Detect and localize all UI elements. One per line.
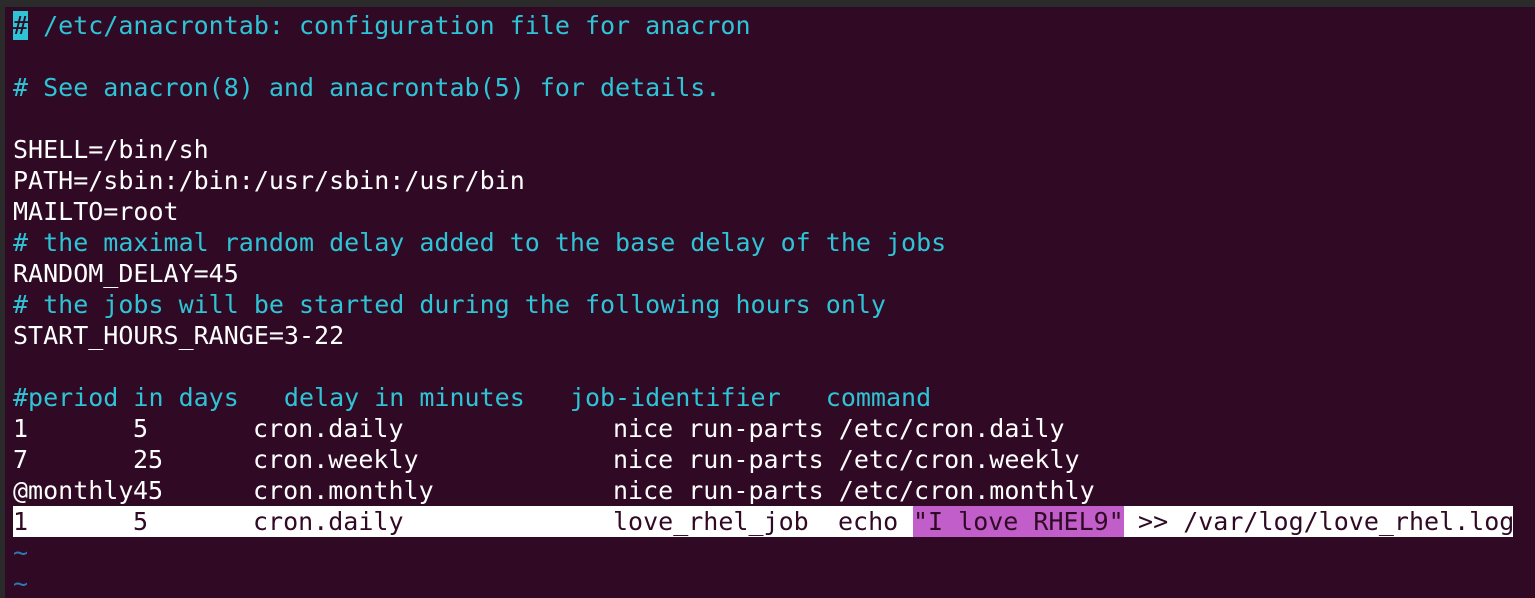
job-command: nice run-parts /etc/cron.weekly: [613, 445, 1080, 474]
job-command: nice run-parts /etc/cron.daily: [613, 414, 1065, 443]
job-row-monthly[interactable]: @monthly 45 cron.monthly nice run-parts …: [13, 475, 1513, 506]
empty-line-tilde: ~: [13, 569, 29, 598]
redirect-target: >> /var/log/love_rhel.log: [1123, 507, 1515, 536]
job-delay: 5: [133, 507, 149, 536]
editor-line-3[interactable]: # See anacron(8) and anacrontab(5) for d…: [13, 72, 720, 103]
editor-line-delay-comment[interactable]: # the maximal random delay added to the …: [13, 227, 946, 258]
string-literal: "I love RHEL9": [913, 506, 1124, 537]
editor-line-random-delay[interactable]: RANDOM_DELAY=45: [13, 258, 239, 289]
job-period: 1: [13, 414, 29, 443]
job-id: cron.daily: [253, 507, 404, 536]
editor-line-job-header[interactable]: #period in days delay in minutes job-ide…: [13, 382, 931, 413]
editor-line-mailto[interactable]: MAILTO=root: [13, 196, 179, 227]
editor-line-shell[interactable]: SHELL=/bin/sh: [13, 134, 209, 165]
job-id: cron.monthly: [253, 476, 434, 505]
title-bar-edge: [0, 0, 1535, 7]
job-delay: 45: [133, 476, 164, 505]
job-period: 7: [13, 445, 29, 474]
job-period: @monthly: [13, 476, 134, 505]
editor-line-1[interactable]: # /etc/anacrontab: configuration file fo…: [13, 10, 751, 41]
editor-line-path[interactable]: PATH=/sbin:/bin:/usr/sbin:/usr/bin: [13, 165, 525, 196]
line-1-text: /etc/anacrontab: configuration file for …: [28, 11, 751, 40]
empty-line-tilde: ~: [13, 538, 29, 567]
text-cursor: #: [13, 11, 29, 40]
job-row-daily[interactable]: 1 5 cron.daily nice run-parts /etc/cron.…: [13, 413, 1513, 444]
job-row-weekly[interactable]: 7 25 cron.weekly nice run-parts /etc/cro…: [13, 444, 1513, 475]
job-delay: 25: [133, 445, 164, 474]
job-id: cron.daily: [253, 414, 404, 443]
editor-line-hours-comment[interactable]: # the jobs will be started during the fo…: [13, 289, 886, 320]
job-delay: 5: [133, 414, 149, 443]
job-id: cron.weekly: [253, 445, 419, 474]
job-period: 1: [13, 507, 29, 536]
job-row-love-rhel-selected[interactable]: 1 5 cron.daily love_rhel_job echo "I lov…: [13, 506, 1515, 537]
terminal-window[interactable]: # /etc/anacrontab: configuration file fo…: [0, 0, 1535, 598]
echo-keyword: echo: [838, 507, 899, 536]
window-left-edge: [0, 7, 5, 598]
editor-line-start-hours[interactable]: START_HOURS_RANGE=3-22: [13, 320, 344, 351]
job-identifier-value: love_rhel_job: [613, 507, 809, 536]
job-command: nice run-parts /etc/cron.monthly: [613, 476, 1095, 505]
